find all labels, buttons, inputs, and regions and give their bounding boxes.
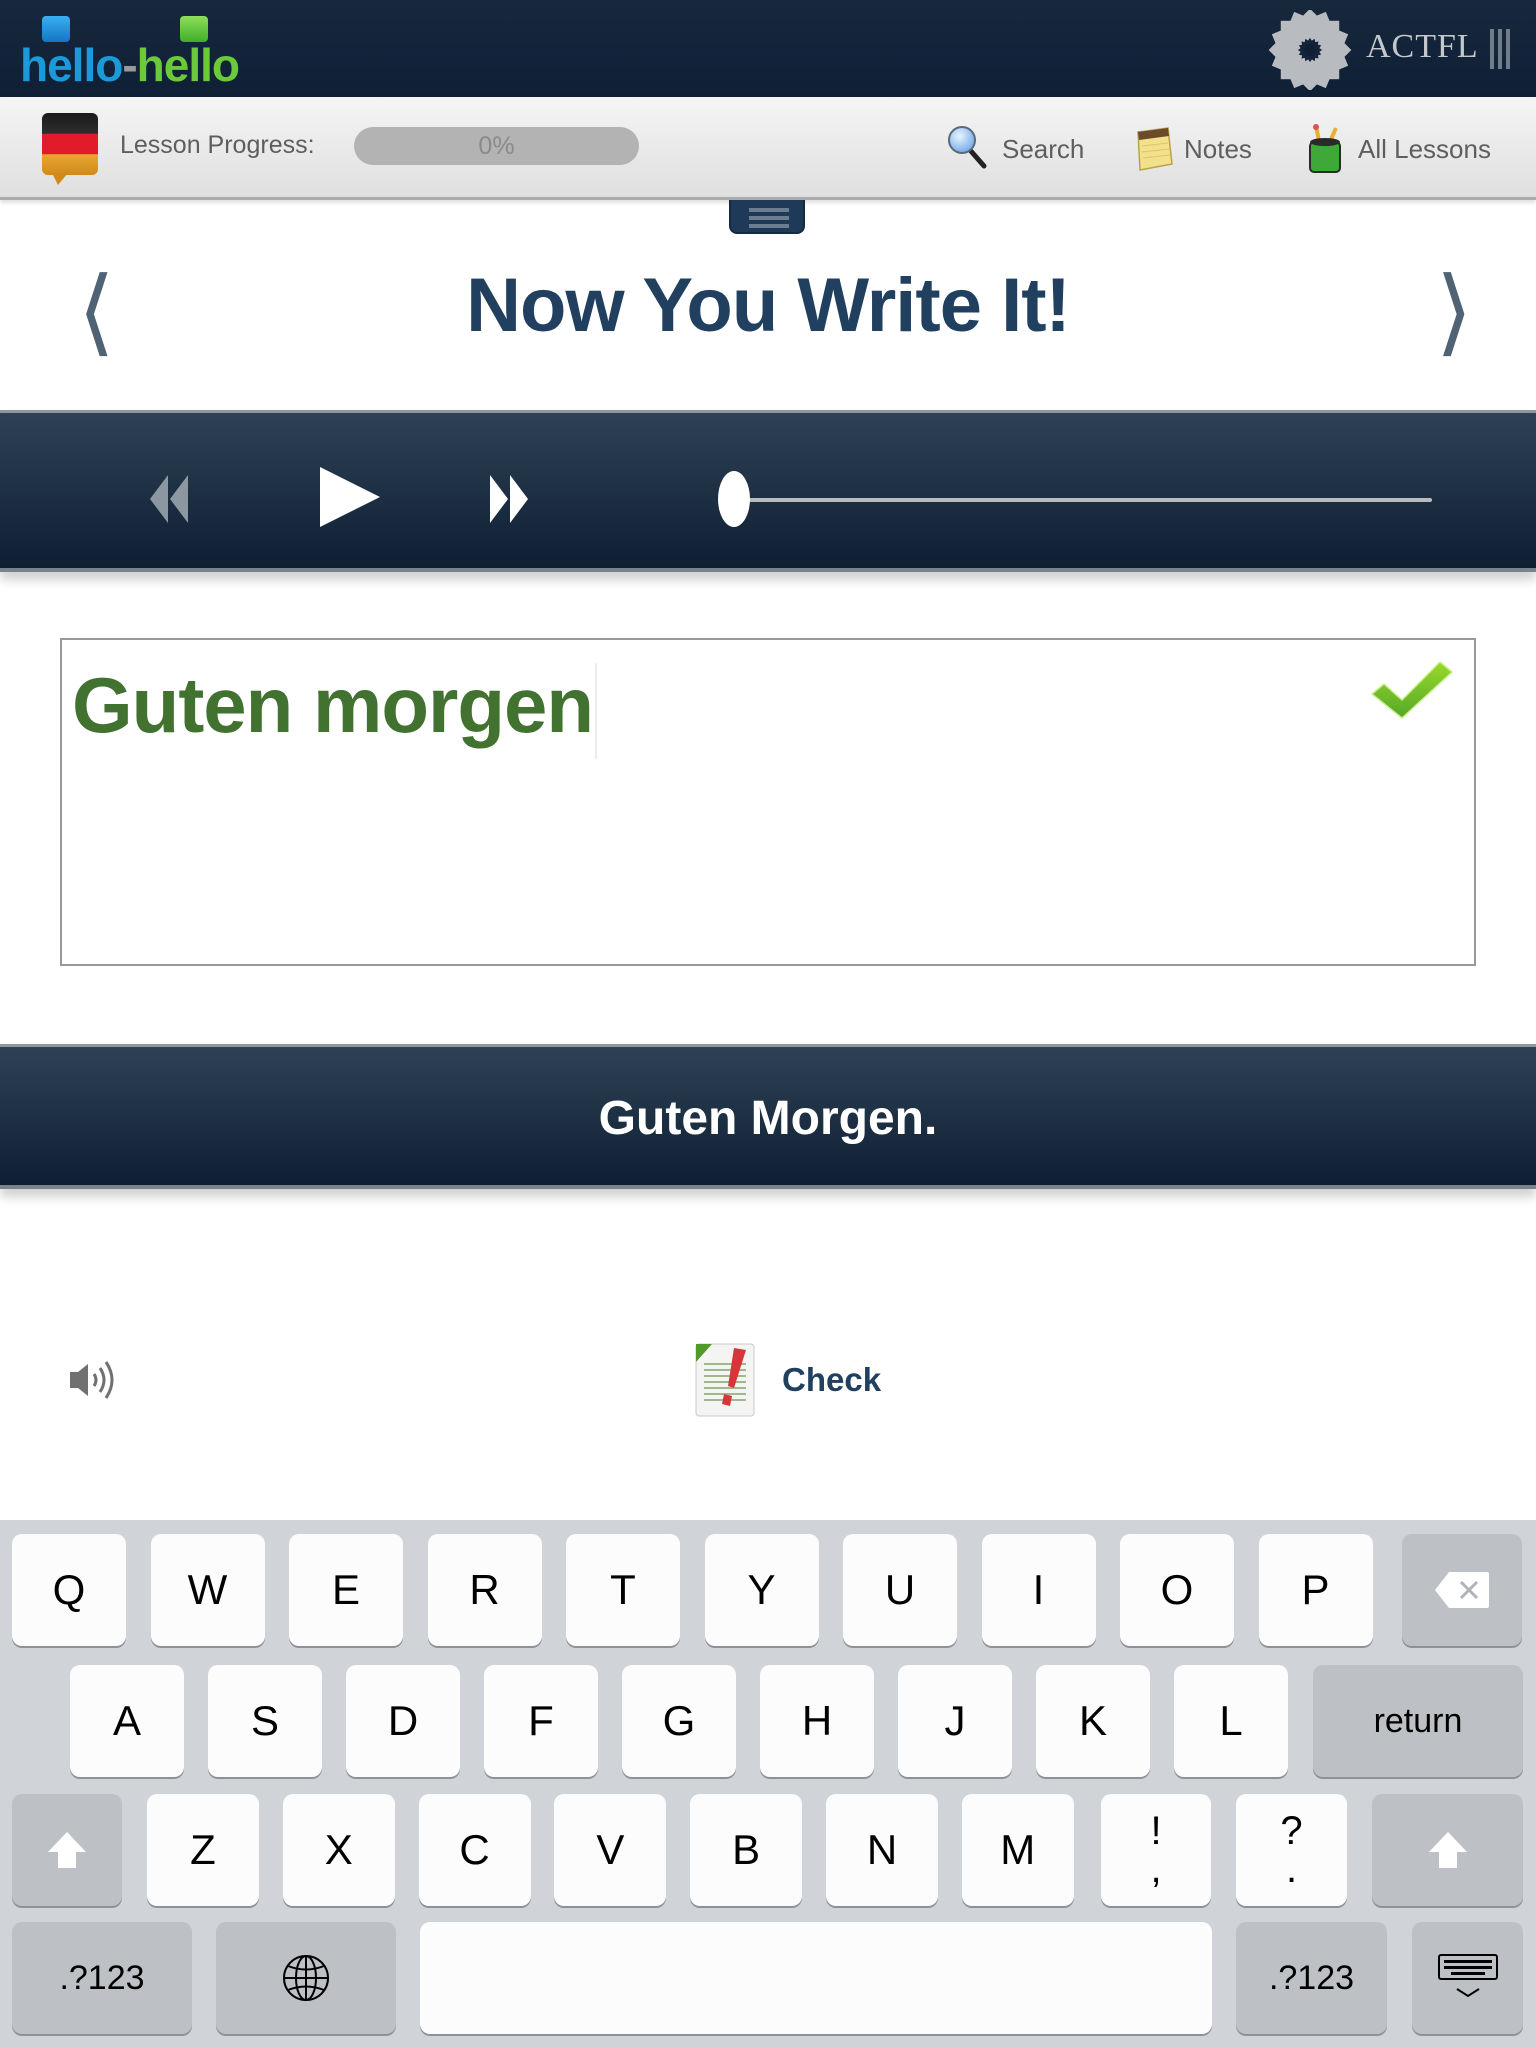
lesson-progress-bar: 0% xyxy=(354,127,639,165)
menu-drawer-handle[interactable] xyxy=(729,200,805,234)
key-q[interactable]: Q xyxy=(12,1534,126,1646)
key-bottom-label: . xyxy=(1285,1847,1298,1891)
shift-arrow-icon xyxy=(1428,1832,1467,1868)
chevron-right-icon[interactable]: ❭ xyxy=(1430,265,1476,349)
key-f[interactable]: F xyxy=(484,1665,598,1777)
shift-key-left[interactable] xyxy=(12,1794,122,1906)
german-flag-icon[interactable] xyxy=(42,113,98,175)
space-key[interactable] xyxy=(420,1922,1212,2034)
key-b[interactable]: B xyxy=(690,1794,803,1906)
key-r[interactable]: R xyxy=(427,1534,542,1646)
actfl-bars-icon xyxy=(1490,29,1514,69)
key-j[interactable]: J xyxy=(898,1665,1012,1777)
onscreen-keyboard: QWERTYUIOP ASDFGHJKL return ZXCVBNM ! , … xyxy=(0,1520,1536,2048)
check-label: Check xyxy=(782,1361,882,1398)
key-i[interactable]: I xyxy=(981,1534,1096,1646)
dismiss-keyboard-key[interactable] xyxy=(1412,1922,1523,2034)
key-bottom-label: , xyxy=(1150,1847,1162,1891)
globe-key[interactable] xyxy=(216,1922,396,2034)
key-u[interactable]: U xyxy=(843,1534,957,1646)
key-v[interactable]: V xyxy=(554,1794,667,1906)
numbers-key-right[interactable]: .?123 xyxy=(1236,1922,1387,2034)
key-c[interactable]: C xyxy=(418,1794,531,1906)
progress-value: 0% xyxy=(478,132,515,160)
actfl-emblem-icon xyxy=(1268,10,1352,90)
flag-bubble-tail xyxy=(52,173,68,185)
fast-forward-icon[interactable] xyxy=(488,471,552,527)
key-d[interactable]: D xyxy=(346,1665,460,1777)
notes-button[interactable]: Notes xyxy=(1128,121,1252,177)
key-m[interactable]: M xyxy=(961,1794,1074,1906)
globe-icon xyxy=(283,1955,329,2001)
key-p[interactable]: P xyxy=(1258,1534,1373,1646)
key-s[interactable]: S xyxy=(208,1665,322,1777)
key-l[interactable]: L xyxy=(1174,1665,1288,1777)
key-z[interactable]: Z xyxy=(147,1794,259,1906)
key-k[interactable]: K xyxy=(1036,1665,1150,1777)
notes-label: Notes xyxy=(1184,133,1252,164)
hide-keyboard-icon xyxy=(1437,1954,1498,1998)
partner-name: ACTFL xyxy=(1366,28,1479,65)
lesson-toolbar: Lesson Progress: 0% Search Notes All Les… xyxy=(0,97,1536,200)
pencil-cup-icon xyxy=(1309,124,1341,173)
backspace-icon xyxy=(1435,1572,1489,1608)
key-a[interactable]: A xyxy=(70,1665,184,1777)
notepad-icon xyxy=(1137,127,1173,171)
key-exclaim-comma[interactable]: ! , xyxy=(1101,1794,1211,1906)
key-g[interactable]: G xyxy=(622,1665,736,1777)
solution-text: Guten Morgen. xyxy=(598,1092,938,1145)
shift-arrow-icon xyxy=(48,1832,86,1868)
key-top-label: ? xyxy=(1280,1809,1303,1853)
playback-slider-thumb[interactable] xyxy=(718,471,750,527)
check-button[interactable]: Check xyxy=(690,1330,881,1430)
audio-player xyxy=(0,410,1536,572)
solution-bar: Guten Morgen. xyxy=(0,1044,1536,1189)
backspace-key[interactable] xyxy=(1402,1534,1522,1646)
key-n[interactable]: N xyxy=(826,1794,938,1906)
key-question-period[interactable]: ? . xyxy=(1236,1794,1347,1906)
numbers-key-left[interactable]: .?123 xyxy=(12,1922,192,2034)
key-y[interactable]: Y xyxy=(704,1534,819,1646)
magnifier-icon xyxy=(948,126,987,169)
checkmark-icon xyxy=(1371,661,1453,719)
all-lessons-label: All Lessons xyxy=(1358,133,1491,164)
search-button[interactable]: Search xyxy=(946,121,1084,177)
key-t[interactable]: T xyxy=(566,1534,680,1646)
return-key[interactable]: return xyxy=(1313,1665,1523,1777)
key-top-label: ! xyxy=(1150,1809,1162,1853)
key-x[interactable]: X xyxy=(282,1794,395,1906)
search-label: Search xyxy=(1002,133,1085,164)
play-icon[interactable] xyxy=(318,465,382,529)
shift-key-right[interactable] xyxy=(1372,1794,1523,1906)
key-o[interactable]: O xyxy=(1120,1534,1234,1646)
logo-text-part2: hello xyxy=(136,39,240,91)
answer-input[interactable]: Guten morgen xyxy=(60,638,1476,966)
app-header: hello-hello ACTFL xyxy=(0,0,1536,97)
key-h[interactable]: H xyxy=(760,1665,874,1777)
playback-slider-track[interactable] xyxy=(748,498,1432,502)
page-title: Now You Write It! xyxy=(466,263,1071,348)
all-lessons-button[interactable]: All Lessons xyxy=(1302,121,1491,177)
answer-text: Guten morgen xyxy=(72,661,594,749)
progress-label: Lesson Progress: xyxy=(120,131,315,159)
text-caret xyxy=(595,663,598,760)
key-w[interactable]: W xyxy=(150,1534,265,1646)
logo-dash: - xyxy=(122,39,137,91)
logo-text-part1: hello xyxy=(20,39,123,91)
speaker-icon[interactable] xyxy=(68,1356,124,1404)
text-check-icon xyxy=(695,1343,755,1417)
key-e[interactable]: E xyxy=(289,1534,403,1646)
rewind-icon[interactable] xyxy=(148,471,212,527)
